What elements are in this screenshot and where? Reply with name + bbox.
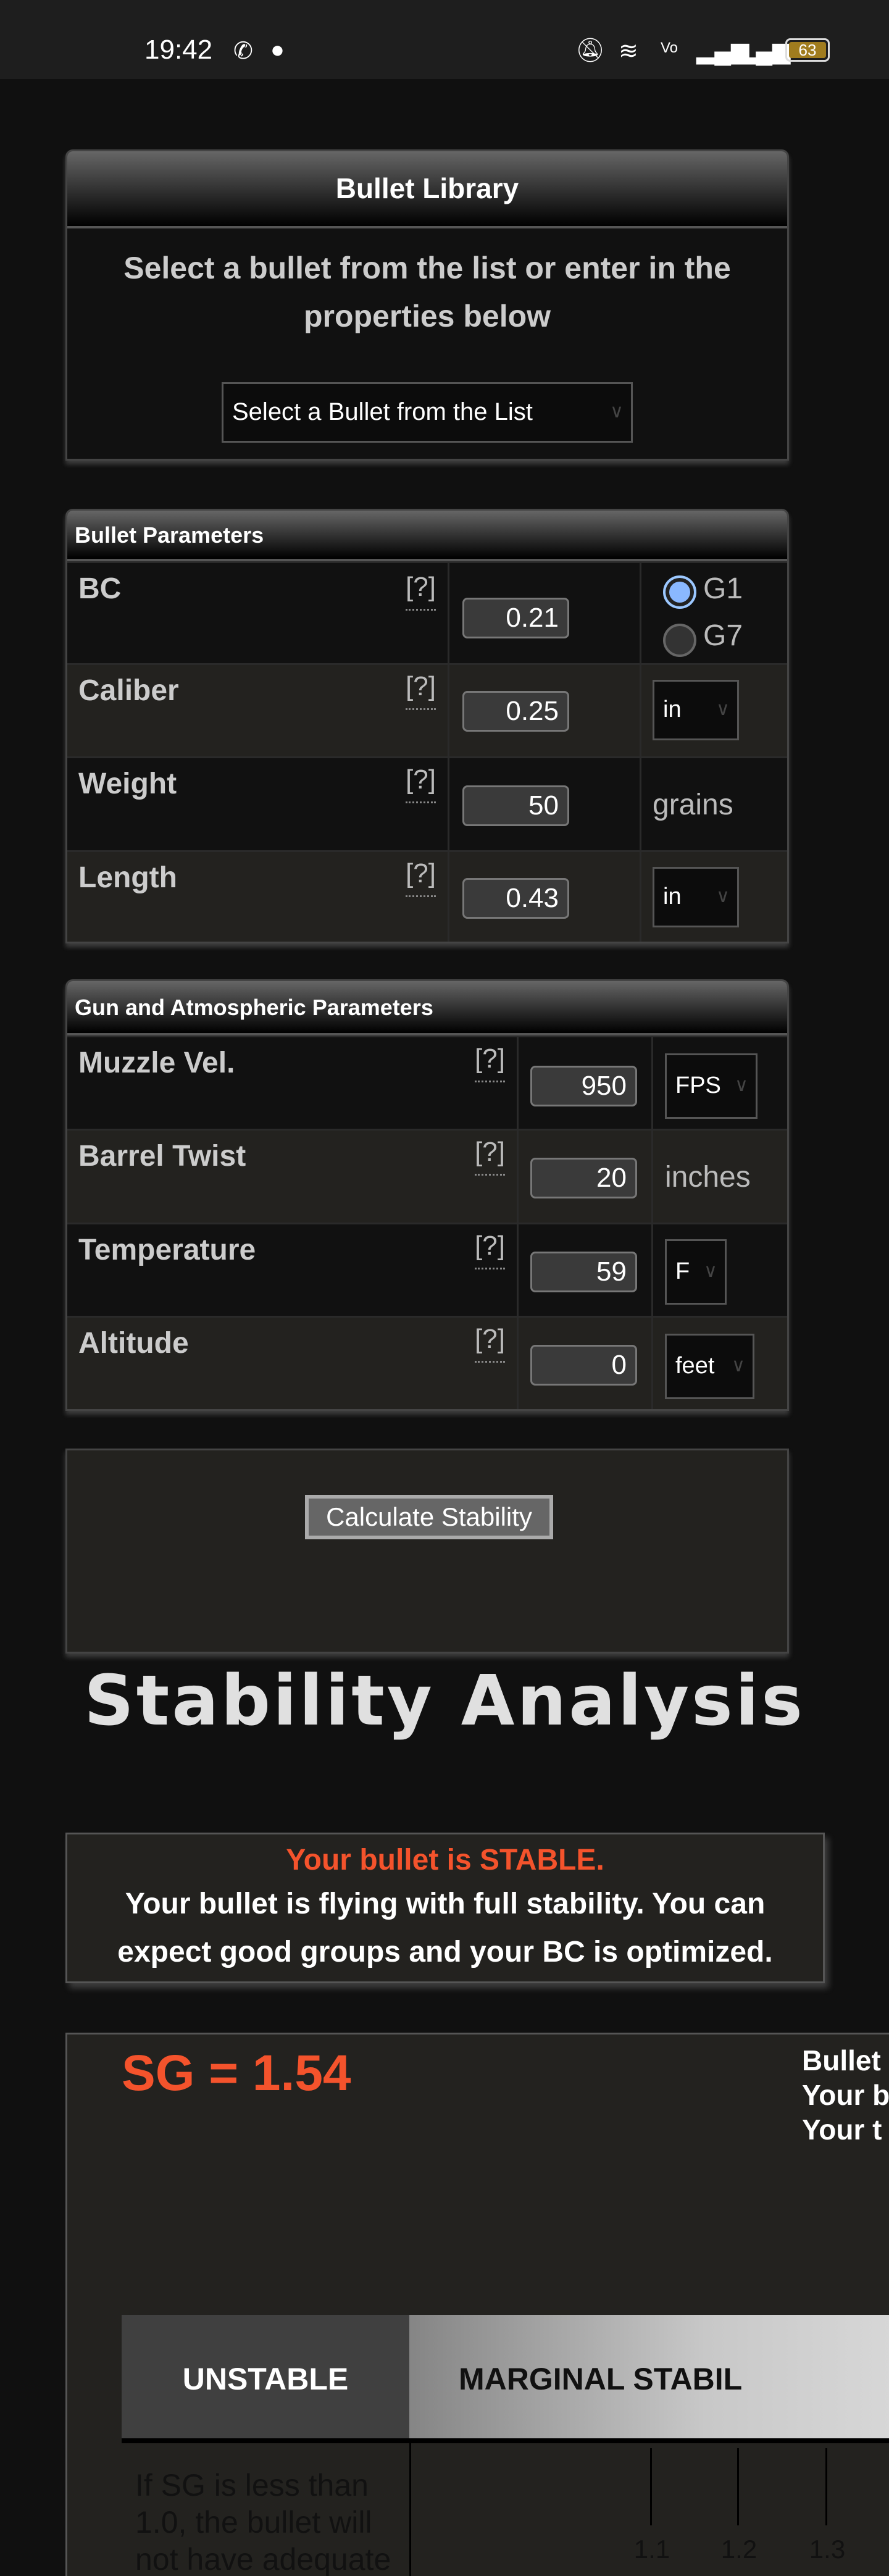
wifi-icon: ≋ <box>619 38 638 64</box>
param-row-weight: Weight [?] 50 grains <box>67 756 787 850</box>
help-link[interactable]: [?] <box>475 1043 505 1082</box>
select-value: FPS <box>675 1073 721 1098</box>
bullet-select[interactable]: Select a Bullet from the List ∨ <box>222 382 633 443</box>
caliber-input[interactable]: 0.25 <box>462 691 569 732</box>
chat-icon: ● <box>270 37 285 63</box>
param-row-temperature: Temperature [?] 59 F ∨ <box>67 1223 787 1316</box>
analysis-heading: Stability Analysis <box>84 1661 805 1741</box>
help-link[interactable]: [?] <box>406 671 436 710</box>
altitude-unit-select[interactable]: feet ∨ <box>665 1334 754 1399</box>
tick-line <box>737 2448 739 2525</box>
param-label: Length <box>78 861 177 894</box>
bullet-select-value: Select a Bullet from the List <box>232 398 533 425</box>
tick-label: 1.3 <box>809 2535 846 2564</box>
tick-line <box>650 2448 652 2525</box>
summary-line: Bullet <box>802 2044 881 2076</box>
panel-title: Bullet Library <box>67 151 787 228</box>
param-row-barrel-twist: Barrel Twist [?] 20 inches <box>67 1129 787 1223</box>
unstable-description: If SG is less than 1.0, the bullet will … <box>135 2468 391 2576</box>
status-bar: 19:42 ✆ ● 🔕︎ ≋ Vo ▂▄▆ ▂▄▆ 63 <box>0 0 889 79</box>
calculate-panel: Calculate Stability <box>65 1449 789 1654</box>
signal-icon: ▂▄▆ <box>738 38 791 64</box>
select-value: feet <box>675 1353 715 1379</box>
help-link[interactable]: [?] <box>475 1324 505 1363</box>
param-row-caliber: Caliber [?] 0.25 in ∨ <box>67 663 787 756</box>
param-label: Caliber <box>78 674 179 707</box>
battery-level: 63 <box>789 42 826 58</box>
temperature-unit-select[interactable]: F ∨ <box>665 1239 727 1305</box>
length-input[interactable]: 0.43 <box>462 878 569 919</box>
altitude-input[interactable]: 0 <box>530 1345 637 1386</box>
select-value: in <box>663 696 682 722</box>
g7-radio[interactable] <box>663 624 696 657</box>
twist-unit: inches <box>665 1161 751 1194</box>
temperature-input[interactable]: 59 <box>530 1252 637 1292</box>
param-label: Muzzle Vel. <box>78 1047 235 1079</box>
select-value: F <box>675 1258 690 1284</box>
panel-title: Bullet Parameters <box>67 511 787 561</box>
bullet-parameters-panel: Bullet Parameters BC [?] 0.21 G1 G7 Cali… <box>65 509 789 943</box>
help-link[interactable]: [?] <box>406 858 436 897</box>
clock: 19:42 <box>144 35 213 65</box>
caliber-unit-select[interactable]: in ∨ <box>653 680 739 740</box>
gun-parameters-panel: Gun and Atmospheric Parameters Muzzle Ve… <box>65 979 789 1411</box>
summary-line: Your t <box>802 2114 882 2146</box>
param-label: Weight <box>78 767 177 800</box>
chevron-down-icon: ∨ <box>732 1355 745 1376</box>
chevron-down-icon: ∨ <box>716 699 730 719</box>
tick-line <box>825 2448 827 2525</box>
select-value: in <box>663 884 682 910</box>
param-row-bc: BC [?] 0.21 G1 G7 <box>67 561 787 663</box>
tick-label: 1.2 <box>720 2535 758 2564</box>
help-link[interactable]: [?] <box>406 572 436 611</box>
help-link[interactable]: [?] <box>475 1231 505 1269</box>
summary-line: Your b <box>802 2079 889 2111</box>
param-label: Temperature <box>78 1234 256 1266</box>
panel-title: Gun and Atmospheric Parameters <box>67 981 787 1035</box>
param-label: Altitude <box>78 1327 189 1360</box>
muzzle-velocity-input[interactable]: 950 <box>530 1066 637 1106</box>
volte-icon: Vo <box>661 40 678 56</box>
velocity-unit-select[interactable]: FPS ∨ <box>665 1053 758 1119</box>
weight-unit: grains <box>653 788 733 821</box>
stability-message: Your bullet is flying with full stabilit… <box>117 1888 773 1968</box>
help-link[interactable]: [?] <box>475 1137 505 1176</box>
tick-label: 1.1 <box>633 2535 670 2564</box>
unstable-zone: UNSTABLE <box>122 2315 409 2443</box>
param-label: BC <box>78 572 122 605</box>
param-row-altitude: Altitude [?] 0 feet ∨ <box>67 1316 787 1409</box>
chevron-down-icon: ∨ <box>735 1075 748 1095</box>
weight-input[interactable]: 50 <box>462 785 569 826</box>
zone-divider <box>409 2443 411 2576</box>
marginal-stability-zone: MARGINAL STABIL <box>409 2315 889 2443</box>
param-row-length: Length [?] 0.43 in ∨ <box>67 850 787 942</box>
g1-radio[interactable] <box>663 575 696 609</box>
g1-label: G1 <box>703 572 743 605</box>
stability-status: Your bullet is STABLE. <box>286 1844 604 1876</box>
calculate-stability-button[interactable]: Calculate Stability <box>305 1495 553 1539</box>
sg-result-panel: SG = 1.54 Bullet Your b Your t UNSTABLE … <box>65 2033 889 2576</box>
whatsapp-icon: ✆ <box>233 38 253 64</box>
library-instructions: Select a bullet from the list or enter i… <box>123 251 731 333</box>
stability-result-box: Your bullet is STABLE. Your bullet is fl… <box>65 1833 825 1983</box>
length-unit-select[interactable]: in ∨ <box>653 867 739 927</box>
bc-input[interactable]: 0.21 <box>462 598 569 638</box>
param-row-muzzle-velocity: Muzzle Vel. [?] 950 FPS ∨ <box>67 1035 787 1129</box>
mute-icon: 🔕︎ <box>575 38 606 64</box>
chevron-down-icon: ∨ <box>704 1261 717 1281</box>
help-link[interactable]: [?] <box>406 764 436 803</box>
chevron-down-icon: ∨ <box>610 401 624 422</box>
bullet-summary: Bullet Your b Your t <box>802 2043 889 2147</box>
param-label: Barrel Twist <box>78 1140 246 1173</box>
sg-value: SG = 1.54 <box>122 2045 351 2101</box>
bullet-library-panel: Bullet Library Select a bullet from the … <box>65 149 789 461</box>
g7-label: G7 <box>703 619 743 652</box>
barrel-twist-input[interactable]: 20 <box>530 1158 637 1198</box>
battery-icon: 63 <box>785 38 830 62</box>
chevron-down-icon: ∨ <box>716 886 730 906</box>
